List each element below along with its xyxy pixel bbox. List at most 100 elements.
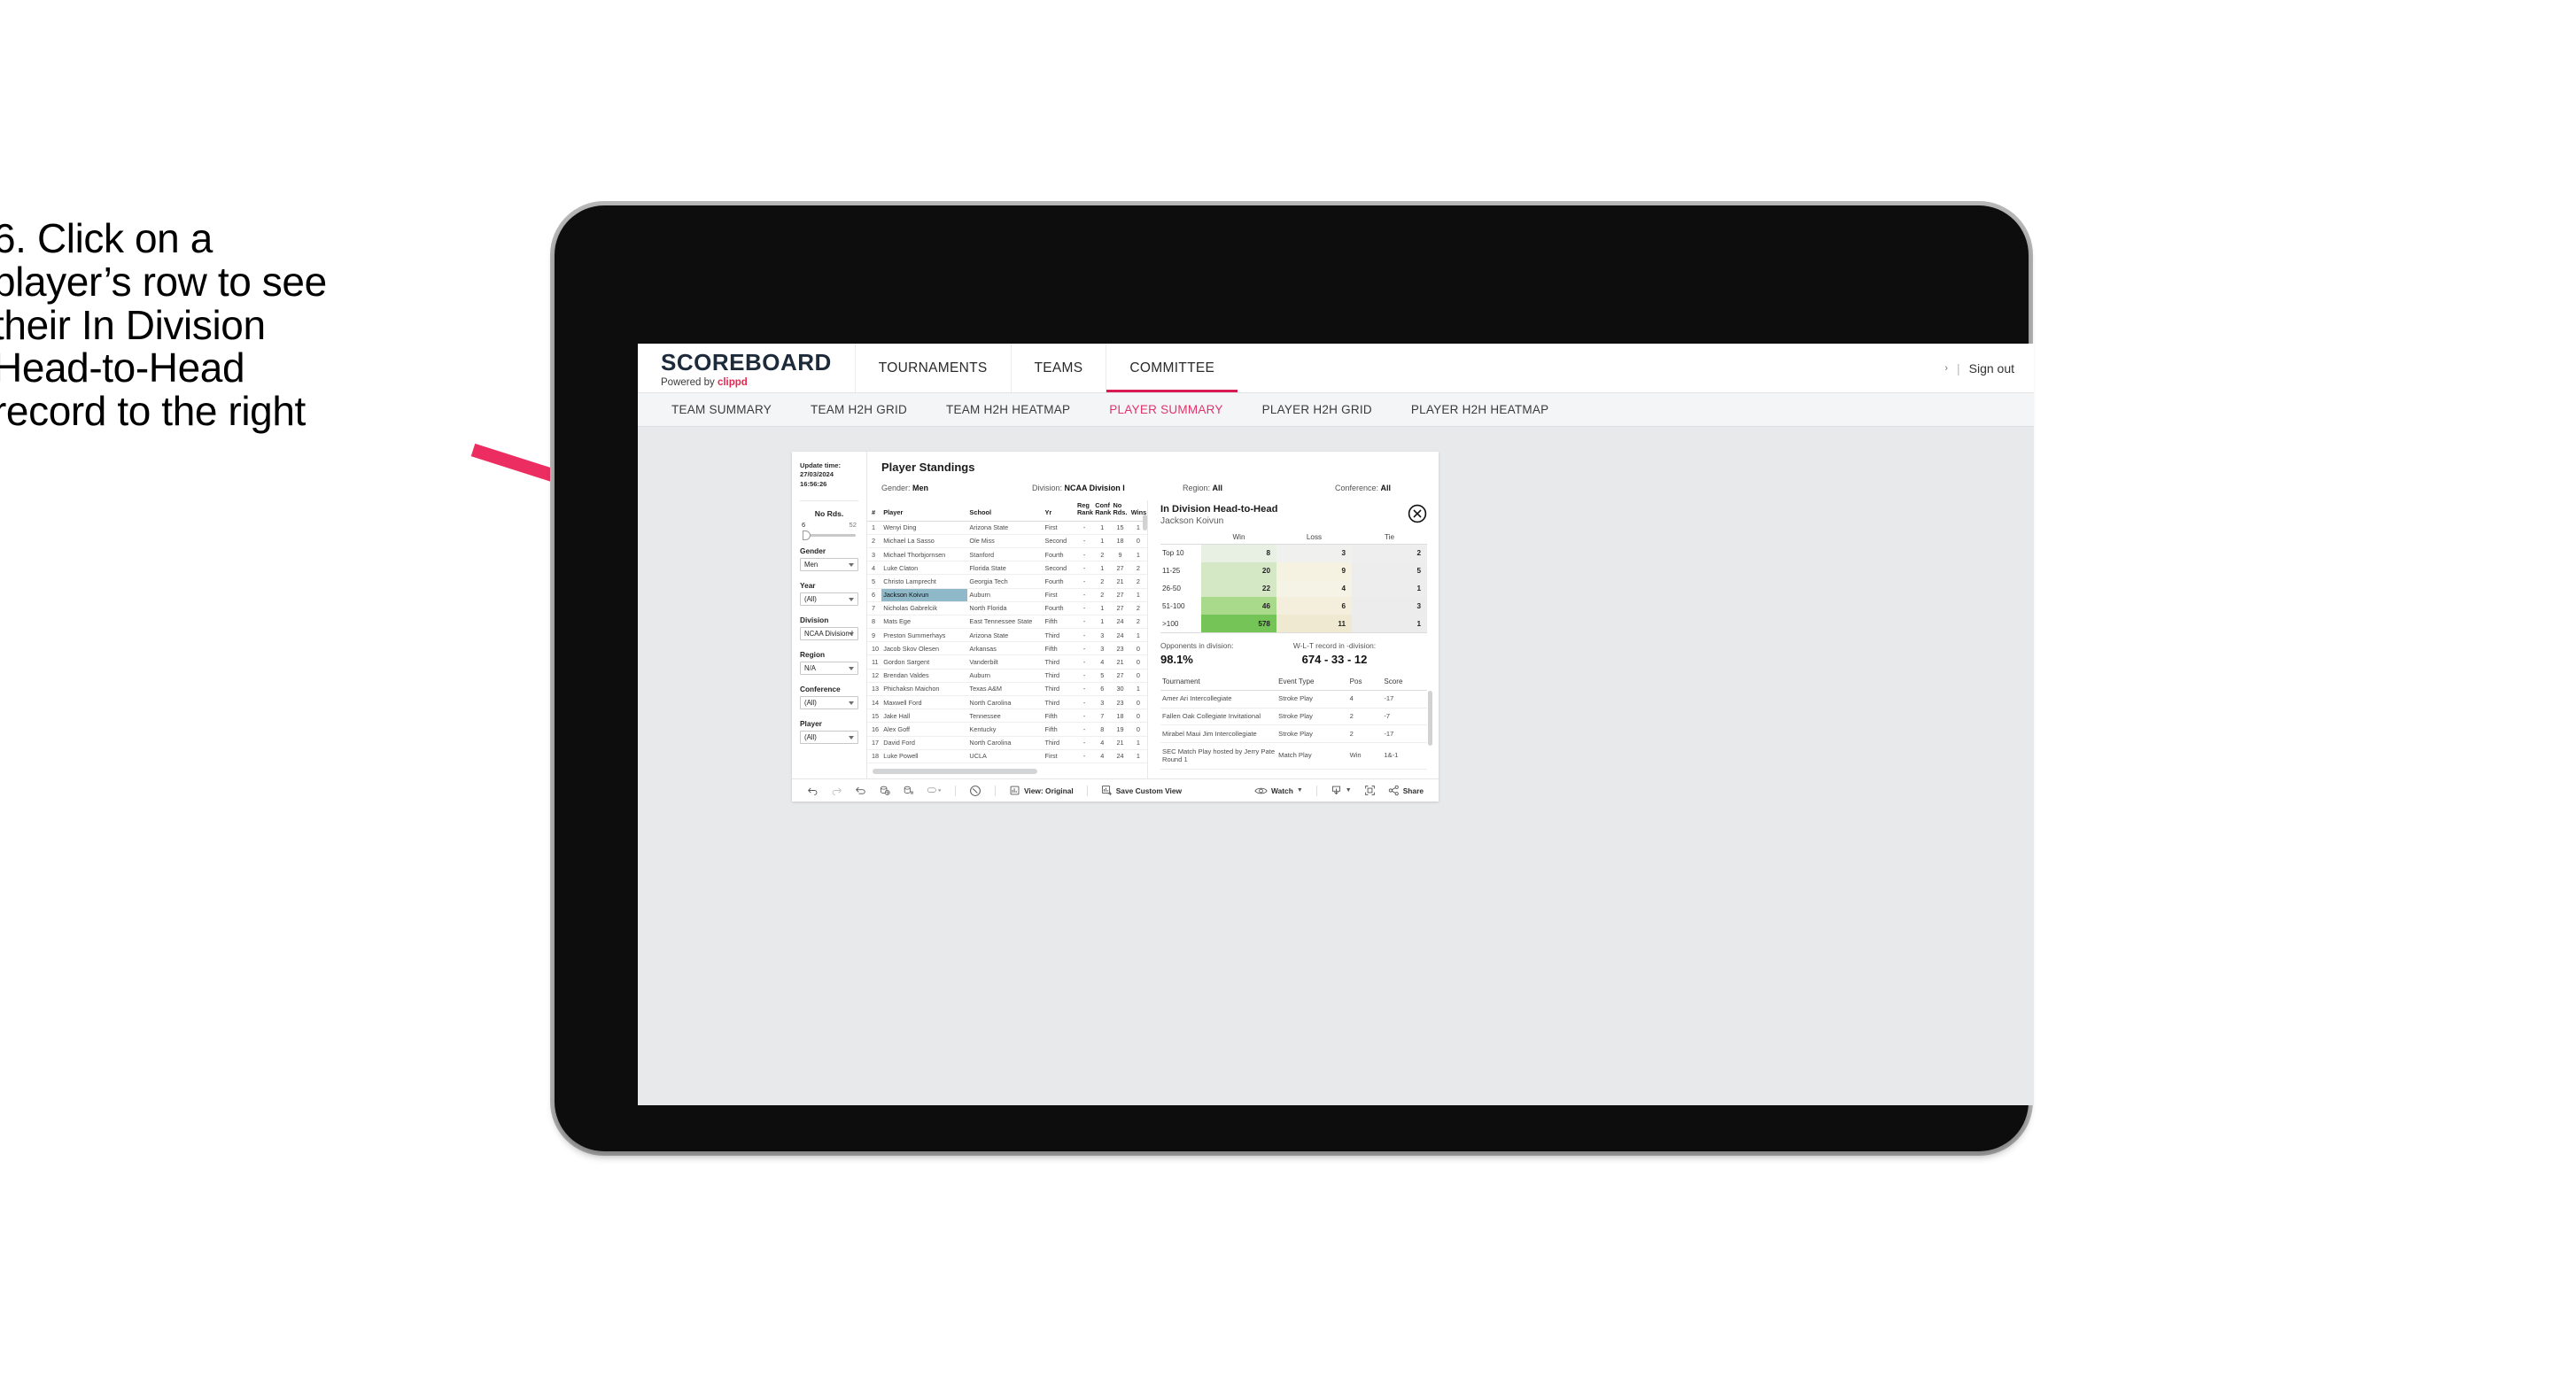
- save-custom-view-button[interactable]: Save Custom View: [1095, 779, 1188, 801]
- table-row[interactable]: 9 Preston Summerhays Arizona State Third -3 2…: [867, 628, 1147, 643]
- heatmap-cell[interactable]: 5: [1352, 561, 1427, 580]
- tab-team-h2h-heatmap[interactable]: TEAM H2H HEATMAP: [927, 403, 1090, 416]
- table-row[interactable]: Mirabel Maui Jim Intercollegiate Stroke P…: [1160, 724, 1427, 744]
- cell-player: Maxwell Ford: [881, 695, 968, 710]
- player-label: Player: [800, 719, 822, 729]
- pause-updates-icon[interactable]: [896, 779, 920, 801]
- download-button[interactable]: ▼: [1324, 779, 1358, 801]
- heatmap-cell[interactable]: 3: [1352, 597, 1427, 616]
- col-no-rds[interactable]: No Rds.: [1111, 500, 1129, 522]
- table-row[interactable]: 17 David Ford North Carolina Third -4 21 1: [867, 736, 1147, 750]
- tab-player-h2h-grid[interactable]: PLAYER H2H GRID: [1243, 403, 1392, 416]
- col-event-type[interactable]: Event Type: [1276, 674, 1348, 691]
- tab-player-summary[interactable]: PLAYER SUMMARY: [1090, 403, 1242, 416]
- redo-icon[interactable]: [825, 779, 849, 801]
- fullscreen-button[interactable]: [1358, 779, 1382, 801]
- table-row[interactable]: 1 Wenyi Ding Arizona State First -1 15 1: [867, 521, 1147, 535]
- heatmap-cell[interactable]: 1: [1352, 615, 1427, 633]
- close-circle-icon[interactable]: [1408, 504, 1427, 523]
- refresh-data-icon[interactable]: [873, 779, 896, 801]
- cell-yr: Fourth: [1043, 574, 1075, 589]
- nav-committee[interactable]: COMMITTEE: [1106, 344, 1238, 392]
- cell-reg-rank: -: [1075, 534, 1094, 548]
- chevron-down-icon: [849, 631, 854, 636]
- table-row[interactable]: 16 Alex Goff Kentucky Fifth -8 19 0: [867, 722, 1147, 737]
- table-row[interactable]: 7 Nicholas Gabrelcik North Florida Fourth -1…: [867, 601, 1147, 616]
- view-original-button[interactable]: View: Original: [1003, 779, 1080, 801]
- heatmap-cell[interactable]: 11: [1276, 615, 1352, 633]
- col-rank[interactable]: #: [867, 500, 882, 522]
- division-select[interactable]: NCAA Division I: [800, 627, 858, 641]
- player-select[interactable]: (All): [800, 731, 858, 745]
- col-score[interactable]: Score: [1382, 674, 1427, 691]
- cell-event-type: Match Play: [1276, 742, 1348, 770]
- heatmap-cell[interactable]: 1: [1352, 579, 1427, 598]
- table-row[interactable]: 12 Brendan Valdes Auburn Third -5 27 0: [867, 669, 1147, 683]
- col-conf-rank[interactable]: Conf Rank: [1093, 500, 1112, 522]
- filter-conference: Conference (All): [800, 685, 858, 710]
- table-row[interactable]: 11 Gordon Sargent Vanderbilt Third -4 21 0: [867, 654, 1147, 670]
- cell-player: Alex Goff: [881, 722, 968, 737]
- heatmap-cell[interactable]: 578: [1201, 615, 1276, 633]
- col-school[interactable]: School: [967, 500, 1044, 522]
- col-yr[interactable]: Yr: [1043, 500, 1075, 522]
- cell-school: Georgia Tech: [967, 574, 1044, 589]
- chevron-right-icon[interactable]: ›: [1944, 363, 1948, 374]
- heatmap-cell[interactable]: 3: [1276, 544, 1352, 562]
- table-row[interactable]: 14 Maxwell Ford North Carolina Third -3 23 0: [867, 695, 1147, 710]
- heatmap-cell[interactable]: 20: [1201, 561, 1276, 580]
- table-row[interactable]: 4 Luke Claton Florida State Second -1 27 2: [867, 561, 1147, 576]
- table-row[interactable]: 13 Phichaksn Maichon Texas A&M Third -6 30 1: [867, 682, 1147, 697]
- table-row[interactable]: Fallen Oak Collegiate Invitational Stroke…: [1160, 708, 1427, 726]
- tab-team-summary[interactable]: TEAM SUMMARY: [652, 403, 791, 416]
- col-player[interactable]: Player: [881, 500, 968, 522]
- tournament-scrollbar[interactable]: [1428, 690, 1432, 746]
- caption-line: player’s row to see: [0, 258, 327, 305]
- heatmap-cell[interactable]: 6: [1276, 597, 1352, 616]
- conference-select[interactable]: (All): [800, 696, 858, 710]
- nav-teams[interactable]: TEAMS: [1010, 344, 1106, 392]
- table-row[interactable]: 15 Jake Hall Tennessee Fifth -7 18 0: [867, 708, 1147, 724]
- undo-icon[interactable]: [801, 779, 825, 801]
- sign-out-link[interactable]: Sign out: [1969, 361, 2014, 376]
- watch-button[interactable]: Watch ▼: [1248, 779, 1309, 801]
- no-rds-slider-handle[interactable]: [803, 530, 811, 541]
- cell-school: Stanford: [967, 547, 1044, 562]
- table-row[interactable]: 2 Michael La Sasso Ole Miss Second -1 18 0: [867, 534, 1147, 548]
- heatmap-cell[interactable]: 8: [1201, 544, 1276, 562]
- revert-icon[interactable]: [849, 779, 873, 801]
- tab-team-h2h-grid[interactable]: TEAM H2H GRID: [791, 403, 927, 416]
- heatmap-cell[interactable]: 22: [1201, 579, 1276, 598]
- no-rds-slider[interactable]: [803, 530, 856, 541]
- col-reg-rank[interactable]: Reg Rank: [1075, 500, 1094, 522]
- table-row[interactable]: 8 Mats Ege East Tennessee State Fifth -1 24 2: [867, 615, 1147, 630]
- highlight-icon[interactable]: [920, 779, 948, 801]
- cell-pos: 2: [1347, 724, 1383, 744]
- player-value: (All): [804, 733, 817, 742]
- cell-school: Auburn: [967, 588, 1044, 602]
- share-button[interactable]: Share: [1382, 779, 1430, 801]
- table-row[interactable]: SEC Match Play hosted by Jerry Pate Roun…: [1160, 742, 1427, 770]
- cell-yr: Fifth: [1043, 708, 1075, 724]
- heatmap-cell[interactable]: 46: [1201, 597, 1276, 616]
- tab-player-h2h-heatmap[interactable]: PLAYER H2H HEATMAP: [1392, 403, 1569, 416]
- table-row[interactable]: 3 Michael Thorbjornsen Stanford Fourth -2 9 1: [867, 547, 1147, 562]
- table-row[interactable]: 18 Luke Powell UCLA First -4 24 1: [867, 749, 1147, 763]
- table-row[interactable]: Amer Ari Intercollegiate Stroke Play 4 -17: [1160, 690, 1427, 708]
- col-pos[interactable]: Pos: [1347, 674, 1383, 691]
- cell-wins: 0: [1129, 695, 1147, 710]
- heatmap-cell[interactable]: 9: [1276, 561, 1352, 580]
- region-select[interactable]: N/A: [800, 662, 858, 676]
- alert-icon[interactable]: [963, 779, 988, 801]
- table-row[interactable]: 5 Christo Lamprecht Georgia Tech Fourth -2 21…: [867, 574, 1147, 589]
- tablet-device-frame: SCOREBOARD Powered by clippd TOURNAMENTS…: [555, 205, 2034, 1151]
- standings-horizontal-scrollbar[interactable]: [873, 769, 1037, 774]
- heatmap-cell[interactable]: 2: [1352, 544, 1427, 562]
- col-tournament[interactable]: Tournament: [1160, 674, 1277, 691]
- gender-select[interactable]: Men: [800, 558, 858, 572]
- table-row[interactable]: 10 Jacob Skov Olesen Arkansas Fifth -3 23 0: [867, 641, 1147, 656]
- heatmap-cell[interactable]: 4: [1276, 579, 1352, 598]
- year-select[interactable]: (All): [800, 592, 858, 607]
- nav-tournaments[interactable]: TOURNAMENTS: [854, 344, 1011, 392]
- table-row[interactable]: 6 Jackson Koivun Auburn First -2 27 1: [867, 588, 1147, 602]
